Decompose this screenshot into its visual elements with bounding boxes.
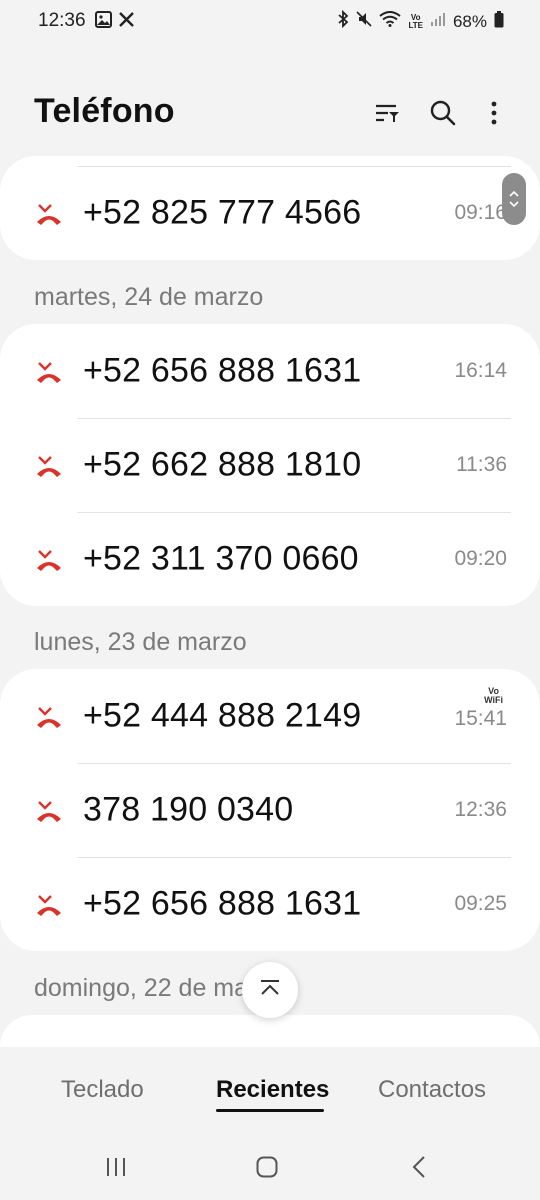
tab-recents[interactable]: Recientes	[216, 1076, 329, 1104]
app-header: Teléfono	[0, 90, 540, 140]
filter-icon[interactable]	[372, 98, 402, 128]
gallery-icon	[95, 11, 112, 33]
battery-icon	[494, 10, 504, 33]
call-log-row[interactable]: 378 190 0340 12:36	[0, 763, 540, 857]
missed-call-icon	[36, 452, 62, 478]
wifi-icon	[379, 11, 402, 32]
signal-icon	[430, 11, 446, 32]
missed-call-icon	[36, 358, 62, 384]
vowifi-badge: Vo WiFi	[484, 686, 503, 705]
call-group-card: +52 656 888 1631 16:14 +52 662 888 1810 …	[0, 324, 540, 606]
call-time: 15:41	[454, 706, 507, 730]
phone-number: +52 825 777 4566	[83, 193, 362, 232]
tab-contacts[interactable]: Contactos	[378, 1076, 486, 1104]
call-time: 09:16	[454, 201, 507, 224]
call-group-card: +52 825 777 4566 09:16	[0, 156, 540, 260]
system-navigation-bar	[0, 1130, 540, 1200]
tab-keypad[interactable]: Teclado	[61, 1076, 144, 1104]
call-time: 12:36	[454, 798, 507, 821]
active-tab-indicator	[216, 1109, 324, 1112]
scroll-to-top-button[interactable]	[242, 962, 298, 1018]
search-icon[interactable]	[428, 98, 458, 128]
call-time: 16:14	[454, 359, 507, 382]
recent-apps-button[interactable]	[96, 1152, 136, 1182]
call-time: 09:20	[454, 547, 507, 570]
mute-icon	[356, 11, 373, 32]
phone-number: 378 190 0340	[83, 790, 294, 829]
missed-call-icon	[36, 797, 62, 823]
call-log-row[interactable]: +52 656 888 1631 16:14	[0, 324, 540, 418]
phone-number: +52 311 370 0660	[83, 539, 359, 578]
page-title: Teléfono	[34, 92, 175, 130]
bottom-tabs: Teclado Recientes Contactos	[0, 1060, 540, 1120]
call-group-card	[0, 1015, 540, 1047]
date-header: lunes, 23 de marzo	[34, 628, 247, 656]
notification-icons	[95, 11, 135, 33]
more-options-icon[interactable]	[479, 98, 509, 128]
phone-number: +52 656 888 1631	[83, 884, 362, 923]
call-log-row[interactable]: +52 662 888 1810 11:36	[0, 418, 540, 512]
phone-number: +52 662 888 1810	[83, 445, 362, 484]
phone-number: +52 656 888 1631	[83, 351, 362, 390]
call-time: 09:25	[454, 892, 507, 915]
fast-scroll-handle[interactable]	[502, 173, 526, 225]
x-app-icon	[118, 11, 135, 33]
missed-call-icon	[36, 546, 62, 572]
status-time: 12:36	[38, 10, 86, 31]
phone-number: +52 444 888 2149	[83, 696, 362, 735]
date-header: martes, 24 de marzo	[34, 283, 264, 311]
missed-call-icon	[36, 703, 62, 729]
battery-level: 68%	[452, 11, 487, 31]
call-time: 11:36	[456, 453, 507, 476]
call-log-row[interactable]: +52 825 777 4566 09:16	[0, 166, 540, 260]
back-button[interactable]	[399, 1152, 439, 1182]
chevron-up-icon	[258, 978, 282, 1003]
call-log-row[interactable]: +52 311 370 0660 09:20	[0, 512, 540, 606]
missed-call-icon	[36, 200, 62, 226]
call-log-row[interactable]: +52 444 888 2149 Vo WiFi 15:41	[0, 669, 540, 763]
system-status-icons: Vo LTE 68%	[337, 9, 504, 33]
home-button[interactable]	[247, 1152, 287, 1182]
missed-call-icon	[36, 891, 62, 917]
call-log-row[interactable]: +52 656 888 1631 09:25	[0, 857, 540, 951]
call-group-card: +52 444 888 2149 Vo WiFi 15:41 378 190 0…	[0, 669, 540, 951]
volte-indicator: Vo LTE	[408, 12, 423, 30]
status-bar: 12:36 Vo LTE 68%	[0, 0, 540, 44]
bluetooth-icon	[337, 9, 349, 33]
